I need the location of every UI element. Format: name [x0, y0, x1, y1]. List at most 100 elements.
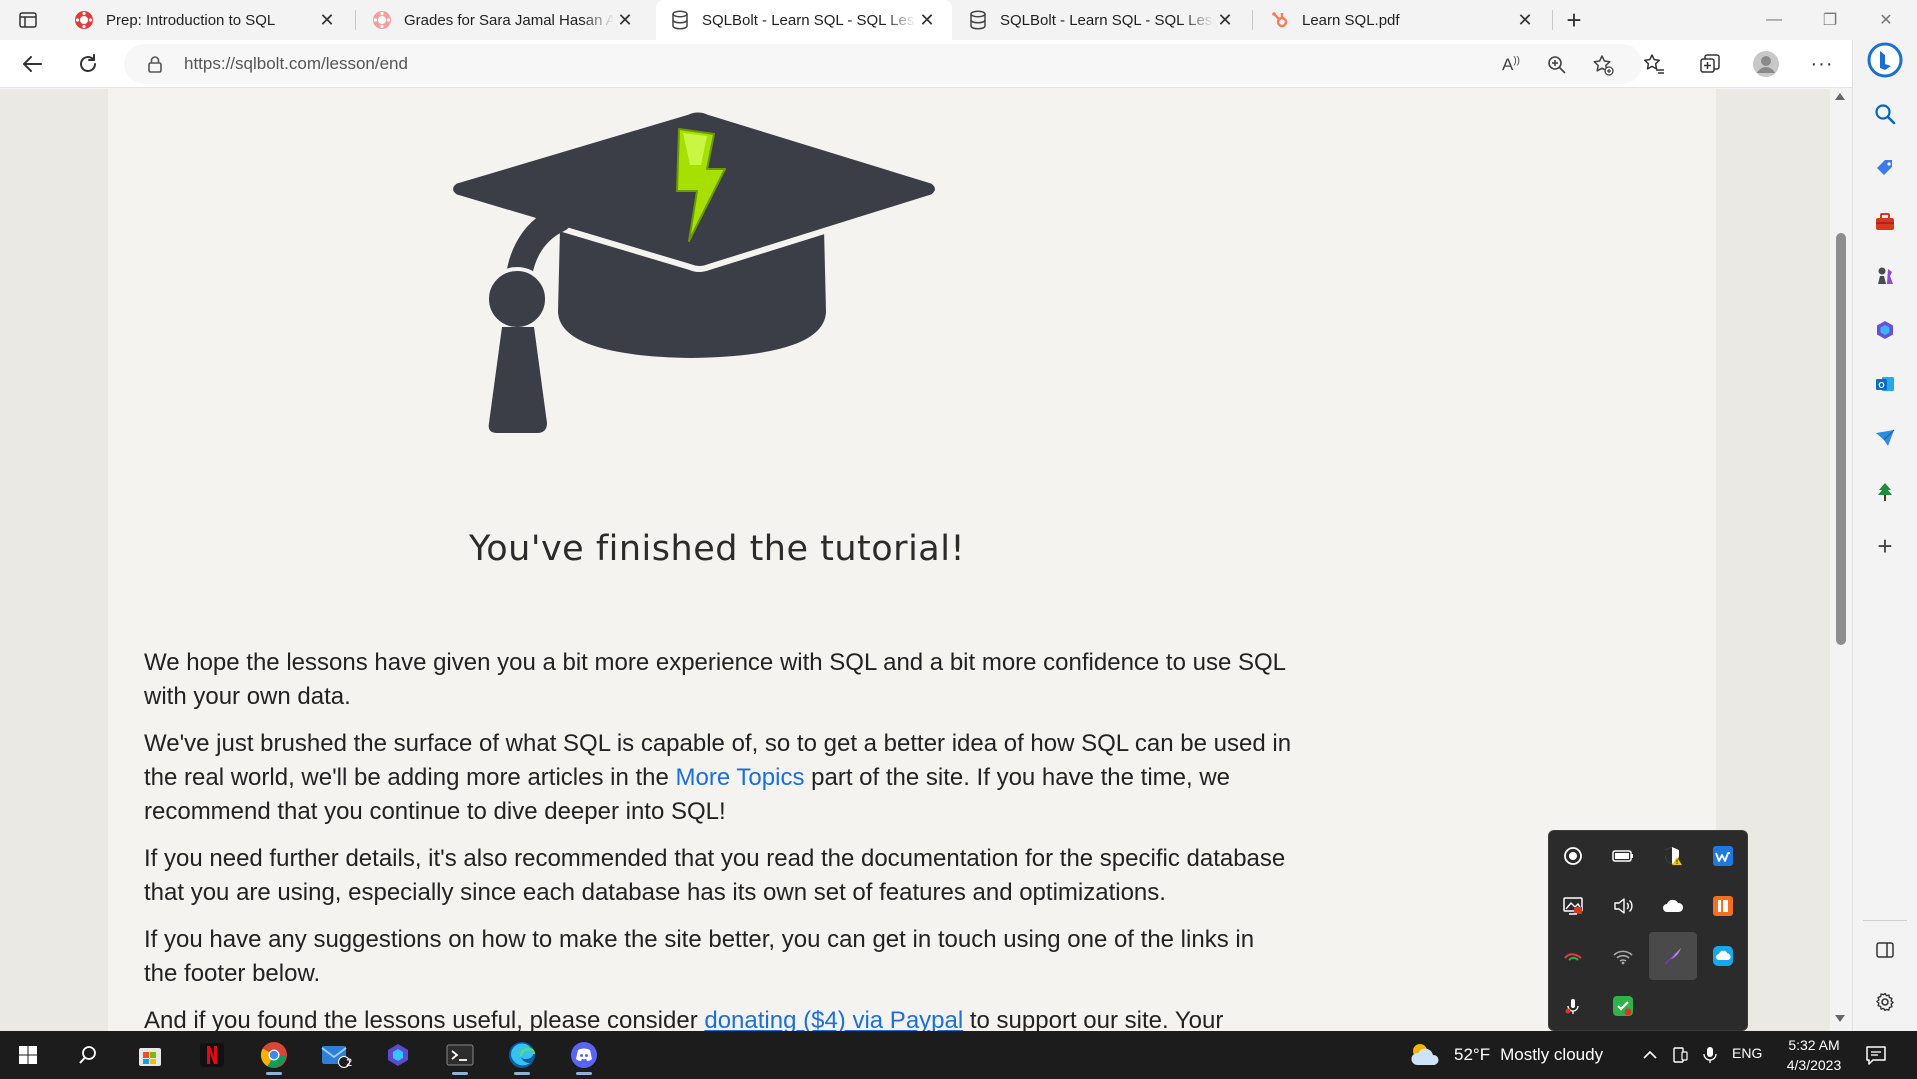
- bing-chat-button[interactable]: [1867, 42, 1903, 78]
- tray-cloud-app-item[interactable]: [1699, 932, 1747, 980]
- tray-volume-item[interactable]: [1599, 882, 1647, 930]
- clock-time: 5:32 AM: [1788, 1037, 1840, 1053]
- tab-learn-sql-pdf[interactable]: Learn SQL.pdf ✕: [1256, 0, 1550, 40]
- tab-title: SQLBolt - Learn SQL - SQL Lesso: [702, 11, 916, 29]
- tray-shield-app-item[interactable]: [1599, 982, 1647, 1030]
- sidebar-outlook-button[interactable]: O: [1867, 366, 1903, 402]
- toolbox-icon: [1876, 213, 1894, 230]
- tab-actions-menu-button[interactable]: [8, 4, 48, 36]
- tab-close-icon[interactable]: ✕: [1214, 9, 1236, 31]
- tray-device-button[interactable]: [1668, 1043, 1692, 1067]
- taskbar-bing-app[interactable]: [376, 1035, 420, 1075]
- taskbar-netflix[interactable]: [190, 1035, 234, 1075]
- plus-icon: +: [1877, 530, 1893, 561]
- tab-close-icon[interactable]: ✕: [916, 9, 938, 31]
- tray-battery-item[interactable]: [1599, 832, 1647, 880]
- notification-center-button[interactable]: [1864, 1043, 1890, 1069]
- cloudy-weather-icon: [1411, 1044, 1439, 1065]
- tray-display-item[interactable]: [1549, 882, 1597, 930]
- collections-icon: [1700, 54, 1720, 73]
- display-settings-icon: [1563, 897, 1583, 915]
- sidebar-tree-button[interactable]: [1867, 474, 1903, 510]
- tab-prep-intro-sql[interactable]: Prep: Introduction to SQL ✕: [60, 0, 352, 40]
- settings-more-button[interactable]: ···: [1806, 48, 1838, 80]
- svg-text:O: O: [1878, 381, 1884, 390]
- back-button[interactable]: [14, 46, 50, 82]
- minimize-button[interactable]: —: [1746, 0, 1802, 40]
- shopping-tag-icon: [1877, 160, 1892, 175]
- database-icon: [670, 10, 690, 30]
- more-topics-link[interactable]: More Topics: [676, 764, 805, 791]
- sidebar-games-button[interactable]: [1867, 258, 1903, 294]
- taskbar-clock[interactable]: 5:32 AM 4/3/2023: [1776, 1035, 1852, 1075]
- sidebar-search-button[interactable]: [1867, 96, 1903, 132]
- sidebar-shopping-button[interactable]: [1867, 150, 1903, 186]
- tray-mcafee-item[interactable]: [1699, 882, 1747, 930]
- donate-paypal-link[interactable]: donating ($4) via Paypal: [704, 1007, 963, 1031]
- edge-sidebar: O +: [1852, 40, 1917, 1031]
- address-bar[interactable]: https://sqlbolt.com/lesson/end A)): [124, 44, 1642, 84]
- tab-sqlbolt-active[interactable]: SQLBolt - Learn SQL - SQL Lesso ✕: [656, 0, 952, 40]
- tab-close-icon[interactable]: ✕: [614, 9, 636, 31]
- tray-mic-item[interactable]: [1549, 982, 1597, 1030]
- taskbar-edge[interactable]: [500, 1035, 544, 1075]
- tray-mic-button[interactable]: [1698, 1043, 1722, 1067]
- terminal-icon: [446, 1044, 474, 1066]
- sidebar-send-button[interactable]: [1867, 420, 1903, 456]
- taskbar-mail[interactable]: 2: [314, 1035, 358, 1075]
- microphone-icon: [1703, 1047, 1717, 1063]
- show-hidden-icons-button[interactable]: [1638, 1043, 1662, 1067]
- sidebar-tools-button[interactable]: [1867, 204, 1903, 240]
- taskbar-discord[interactable]: [562, 1035, 606, 1075]
- tray-network-item[interactable]: [1599, 932, 1647, 980]
- gear-icon: [1876, 992, 1894, 1012]
- tray-record-item[interactable]: [1549, 832, 1597, 880]
- tray-pen-item[interactable]: [1649, 932, 1697, 980]
- sidebar-settings-button[interactable]: [1867, 984, 1903, 1020]
- scroll-up-arrow-icon[interactable]: [1835, 93, 1845, 100]
- lock-icon[interactable]: [146, 55, 164, 73]
- close-window-button[interactable]: ✕: [1858, 0, 1914, 40]
- hide-sidebar-button[interactable]: [1867, 932, 1903, 968]
- plus-icon: +: [1566, 4, 1582, 35]
- start-button[interactable]: [6, 1035, 50, 1075]
- tray-onedrive-item[interactable]: [1649, 882, 1697, 930]
- taskbar-search-button[interactable]: [66, 1035, 110, 1075]
- tab-grades[interactable]: Grades for Sara Jamal Hasan Alki ✕: [358, 0, 650, 40]
- scroll-down-arrow-icon[interactable]: [1835, 1015, 1845, 1022]
- scroll-thumb[interactable]: [1836, 233, 1846, 645]
- tab-close-icon[interactable]: ✕: [316, 9, 338, 31]
- lesson-end-content: We hope the lessons have given you a bit…: [144, 646, 1294, 1031]
- taskbar-chrome[interactable]: [252, 1035, 296, 1075]
- sidebar-add-button[interactable]: +: [1867, 528, 1903, 564]
- minimize-icon: —: [1766, 11, 1782, 28]
- refresh-button[interactable]: [70, 46, 106, 82]
- collections-button[interactable]: [1694, 48, 1726, 80]
- url-text[interactable]: https://sqlbolt.com/lesson/end: [184, 54, 408, 74]
- tab-separator: [1552, 10, 1553, 30]
- sidebar-microsoft365-button[interactable]: [1867, 312, 1903, 348]
- vertical-scrollbar[interactable]: [1830, 89, 1852, 1031]
- restore-button[interactable]: ❐: [1802, 0, 1858, 40]
- shield-warning-icon: !: [1665, 847, 1682, 866]
- new-tab-button[interactable]: +: [1556, 4, 1592, 36]
- page-title: You've finished the tutorial!: [469, 529, 965, 569]
- restore-icon: ❐: [1822, 12, 1838, 29]
- weather-widget[interactable]: 52°F Mostly cloudy: [1408, 1041, 1603, 1069]
- tray-security-item[interactable]: !: [1649, 832, 1697, 880]
- zoom-button[interactable]: [1544, 52, 1570, 78]
- tab-actions-icon: [19, 12, 37, 28]
- tab-close-icon[interactable]: ✕: [1514, 9, 1536, 31]
- taskbar-terminal[interactable]: [438, 1035, 482, 1075]
- add-favorite-button[interactable]: [1590, 52, 1616, 78]
- taskbar-microsoft-store[interactable]: [128, 1035, 172, 1075]
- tray-ink-item[interactable]: [1549, 932, 1597, 980]
- favorites-button[interactable]: [1638, 48, 1670, 80]
- profile-button[interactable]: [1750, 48, 1782, 80]
- tab-sqlbolt-2[interactable]: SQLBolt - Learn SQL - SQL Lesso ✕: [954, 0, 1250, 40]
- wifi-icon: [1613, 950, 1633, 965]
- input-language-indicator[interactable]: ENG: [1732, 1045, 1762, 1061]
- chess-piece-icon: [1878, 267, 1893, 284]
- read-aloud-button[interactable]: A)): [1498, 52, 1524, 78]
- tray-wave-app-item[interactable]: [1699, 832, 1747, 880]
